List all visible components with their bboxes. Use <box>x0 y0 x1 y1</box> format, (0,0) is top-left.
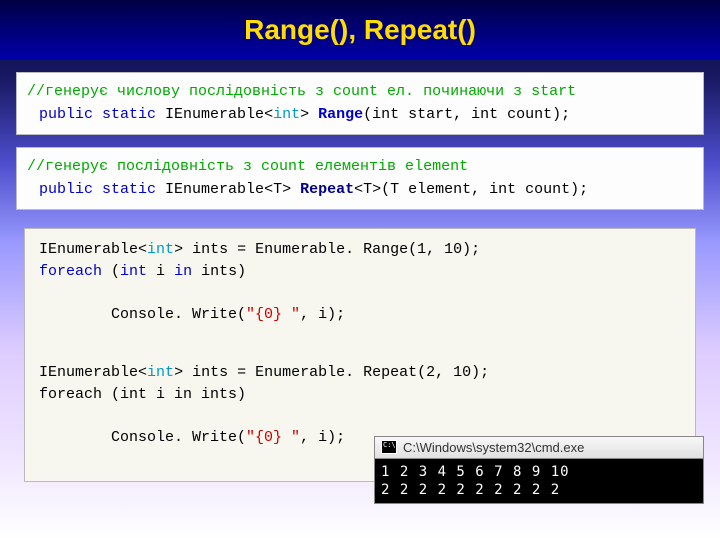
console-window: C:\Windows\system32\cmd.exe 1 2 3 4 5 6 … <box>374 436 704 504</box>
slide-title-bar: Range(), Repeat() <box>0 0 720 60</box>
console-line-2: 2 2 2 2 2 2 2 2 2 2 <box>381 481 697 499</box>
code-line-1: IEnumerable<int> ints = Enumerable. Rang… <box>39 239 681 261</box>
repeat-signature: public static IEnumerable<T> Repeat<T>(T… <box>27 179 693 202</box>
code-line-2: foreach (int i in ints) <box>39 261 681 283</box>
signature-block-repeat: //генерує послідовність з count елементі… <box>16 147 704 210</box>
code-line-3: Console. Write("{0} ", i); <box>39 283 681 348</box>
console-path: C:\Windows\system32\cmd.exe <box>403 440 584 455</box>
console-output: 1 2 3 4 5 6 7 8 9 10 2 2 2 2 2 2 2 2 2 2 <box>374 459 704 504</box>
code-line-5: foreach (int i in ints) <box>39 384 681 406</box>
cmd-icon <box>381 440 397 454</box>
code-line-4: IEnumerable<int> ints = Enumerable. Repe… <box>39 362 681 384</box>
console-line-1: 1 2 3 4 5 6 7 8 9 10 <box>381 463 697 481</box>
range-signature: public static IEnumerable<int> Range(int… <box>27 104 693 127</box>
blank-line <box>39 348 681 362</box>
repeat-comment: //генерує послідовність з count елементі… <box>27 156 693 179</box>
range-comment: //генерує числову послідовність з count … <box>27 81 693 104</box>
slide-title: Range(), Repeat() <box>0 14 720 46</box>
console-titlebar: C:\Windows\system32\cmd.exe <box>374 436 704 459</box>
signature-block-range: //генерує числову послідовність з count … <box>16 72 704 135</box>
